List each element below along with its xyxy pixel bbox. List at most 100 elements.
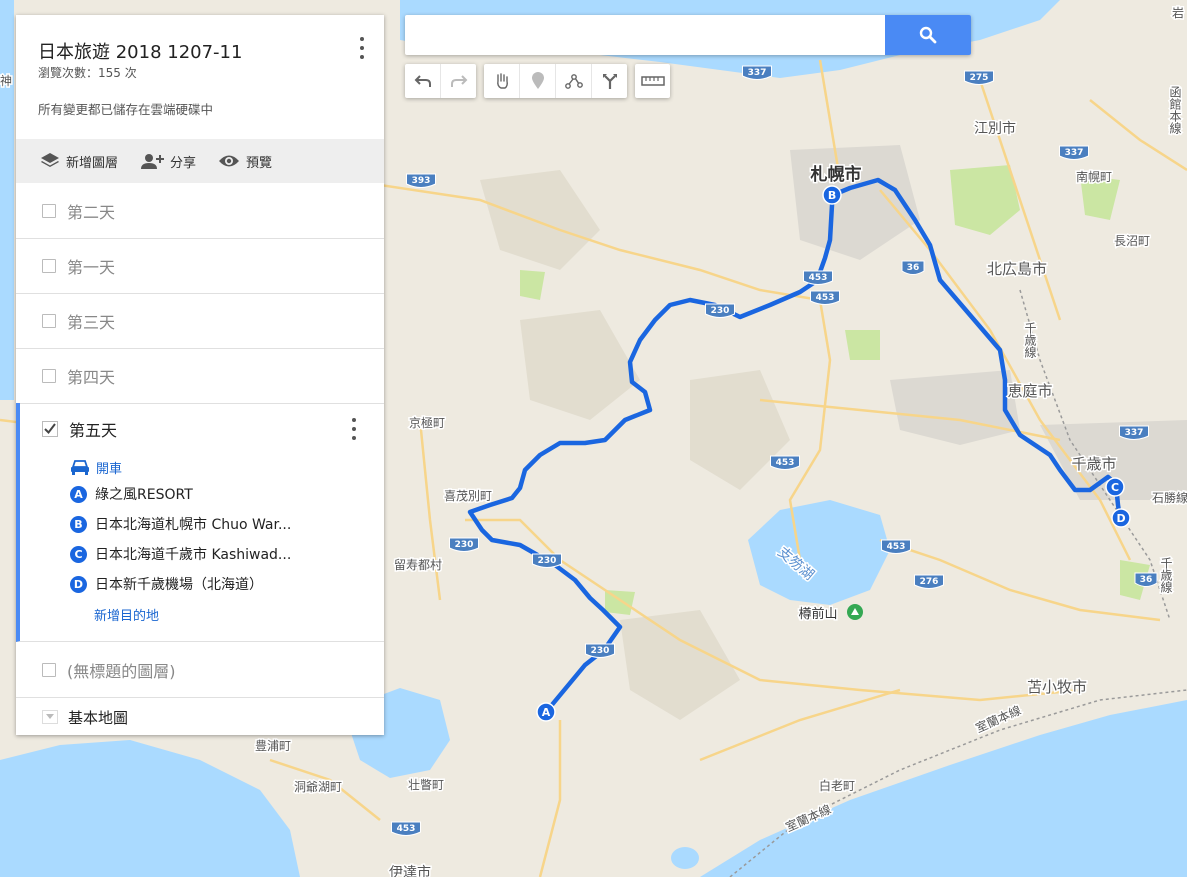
redo-icon	[450, 75, 467, 87]
draw-line-button[interactable]	[556, 64, 592, 98]
svg-text:275: 275	[970, 73, 989, 83]
svg-text:393: 393	[412, 176, 431, 186]
place-label-sapporo: 札幌市	[810, 164, 862, 185]
history-tools	[405, 64, 476, 98]
svg-text:453: 453	[397, 824, 416, 834]
destination-b-marker-icon: B	[70, 515, 87, 533]
preview-button[interactable]: 預覽	[218, 152, 272, 171]
layer-day4-name[interactable]: 第四天	[67, 364, 115, 388]
svg-text:276: 276	[920, 577, 939, 587]
route-shield-r36b: 36	[1134, 572, 1158, 587]
layer-day5-checkbox[interactable]	[42, 421, 58, 437]
ruler-icon	[640, 76, 665, 86]
directions-icon	[602, 74, 617, 89]
map-legend-panel: 日本旅遊 2018 1207-11 瀏覽次數：155 次 所有變更都已儲存在雲端…	[16, 15, 384, 735]
place-label-eniwa: 恵庭市	[1007, 382, 1052, 400]
search-icon	[919, 26, 937, 44]
layer-day1-name[interactable]: 第一天	[67, 254, 115, 278]
select-items-button[interactable]	[484, 64, 520, 98]
place-label-kyogoku: 京極町	[409, 415, 445, 430]
add-layer-button[interactable]: 新增圖層	[40, 152, 118, 171]
add-directions-button[interactable]	[592, 64, 627, 98]
marker-c[interactable]: C	[1105, 477, 1125, 497]
travel-mode-label: 開車	[96, 461, 123, 477]
marker-d[interactable]: D	[1111, 508, 1131, 528]
marker-b[interactable]: B	[822, 185, 842, 205]
svg-text:36: 36	[907, 263, 920, 273]
place-label-toya: 洞爺湖町	[294, 779, 342, 794]
measure-button[interactable]	[635, 64, 670, 98]
place-label-toyoura: 豊浦町	[255, 739, 291, 753]
place-label-iwami: 岩	[1172, 5, 1184, 20]
marker-a-label: A	[542, 706, 551, 719]
place-label-chitose: 千歳市	[1071, 455, 1116, 473]
route-shield-r230d: 230	[585, 643, 615, 658]
layer-day4-checkbox[interactable]	[42, 368, 56, 383]
share-button[interactable]: 分享	[140, 152, 196, 171]
svg-text:453: 453	[887, 542, 906, 552]
map-title[interactable]: 日本旅遊 2018 1207-11	[38, 38, 242, 64]
add-destination-link[interactable]: 新增目的地	[94, 605, 159, 624]
layer-untitled-checkbox[interactable]	[42, 662, 56, 677]
map-options-menu-icon[interactable]	[358, 37, 366, 59]
place-label-kami: 神	[0, 74, 12, 88]
destination-a[interactable]: A 綠之風RESORT	[20, 479, 384, 509]
place-label-ishikari: 石勝線	[1152, 490, 1187, 505]
route-shield-r337a: 337	[742, 65, 772, 80]
basemap-expand-icon[interactable]	[42, 710, 58, 724]
edit-tools	[484, 64, 627, 98]
layer-untitled-name[interactable]: (無標題的圖層)	[67, 658, 176, 682]
route-shield-r36a: 36	[901, 260, 925, 275]
place-label-shiraoi: 白老町	[819, 778, 855, 793]
layer-day2-checkbox[interactable]	[42, 203, 56, 218]
place-label-rusutsu: 留寿都村	[394, 558, 442, 572]
marker-a[interactable]: A	[536, 702, 556, 722]
destination-b-name: 日本北海道札幌市 Chuo War...	[95, 517, 292, 533]
share-label: 分享	[170, 155, 197, 171]
svg-text:36: 36	[1140, 575, 1153, 585]
place-label-tarumae: 樽前山	[798, 606, 837, 622]
marker-icon	[531, 72, 544, 89]
travel-mode-row[interactable]: 開車	[20, 455, 384, 479]
search-input[interactable]	[405, 15, 903, 55]
basemap-row[interactable]: 基本地圖	[16, 697, 384, 735]
svg-text:337: 337	[748, 68, 767, 78]
route-shield-r453e: 453	[803, 270, 833, 285]
layer-day3-name[interactable]: 第三天	[67, 309, 115, 333]
destination-b[interactable]: B 日本北海道札幌市 Chuo War...	[20, 509, 384, 539]
layer-day1-checkbox[interactable]	[42, 258, 56, 273]
layer-day5-name[interactable]: 第五天	[69, 417, 117, 441]
panel-header: 日本旅遊 2018 1207-11 瀏覽次數：155 次 所有變更都已儲存在雲端…	[16, 15, 384, 139]
place-label-date: 伊達市	[389, 864, 431, 877]
svg-text:230: 230	[538, 556, 557, 566]
svg-text:453: 453	[809, 273, 828, 283]
view-count: 瀏覽次數：155 次	[38, 66, 137, 80]
search-button[interactable]	[885, 15, 971, 55]
add-person-icon	[141, 154, 165, 169]
layer-day2-name[interactable]: 第二天	[67, 199, 115, 223]
panel-action-bar: 新增圖層 分享 預覽	[16, 139, 384, 183]
destination-c-name: 日本北海道千歲市 Kashiwad...	[95, 547, 292, 563]
measure-tools	[635, 64, 670, 98]
svg-text:453: 453	[816, 293, 835, 303]
layer-options-menu-icon[interactable]	[350, 418, 358, 440]
destination-d[interactable]: D 日本新千歲機場（北海道）	[20, 569, 384, 599]
place-label-chitose_line2: 千歳線	[1159, 557, 1173, 593]
layer-day3-checkbox[interactable]	[42, 313, 56, 328]
layer-untitled: (無標題的圖層)	[16, 642, 384, 698]
destination-a-marker-icon: A	[70, 485, 87, 503]
add-marker-button[interactable]	[520, 64, 556, 98]
car-icon	[71, 460, 89, 475]
svg-text:337: 337	[1065, 148, 1084, 158]
marker-c-label: C	[1111, 481, 1119, 494]
route-shield-r337b: 337	[1059, 145, 1089, 160]
destination-d-name: 日本新千歲機場（北海道）	[95, 577, 263, 593]
destination-c[interactable]: C 日本北海道千歲市 Kashiwad...	[20, 539, 384, 569]
place-label-tomakomai: 苫小牧市	[1027, 678, 1087, 696]
layer-day1: 第一天	[16, 238, 384, 294]
redo-button[interactable]	[441, 64, 476, 98]
undo-button[interactable]	[405, 64, 441, 98]
layer-day2: 第二天	[16, 183, 384, 239]
undo-icon	[414, 75, 431, 87]
route-shield-r230c: 230	[532, 553, 562, 568]
